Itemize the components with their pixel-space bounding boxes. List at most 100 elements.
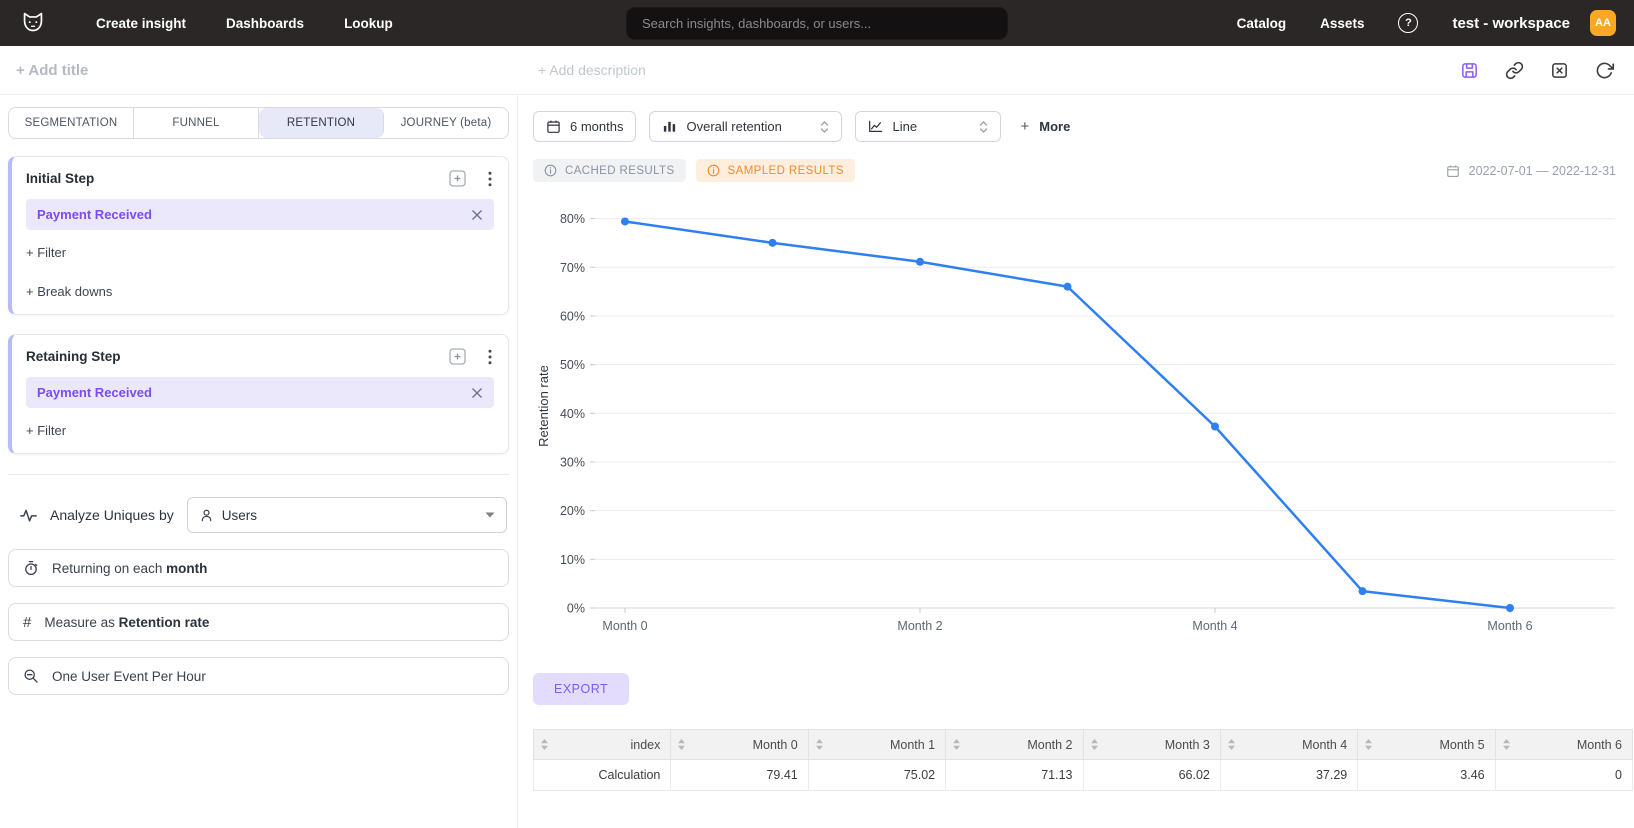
sort-icon [1090, 738, 1099, 751]
more-options-button[interactable]: + More [1020, 118, 1070, 135]
col-header-month1[interactable]: Month 1 [808, 730, 945, 760]
cell-month6: 0 [1495, 760, 1632, 791]
metric-value: Overall retention [686, 119, 781, 134]
svg-text:20%: 20% [560, 504, 585, 518]
add-breakdowns-link[interactable]: + Break downs [26, 284, 494, 299]
analyze-entity-value: Users [222, 508, 257, 523]
col-header-month5[interactable]: Month 5 [1358, 730, 1495, 760]
date-range-display[interactable]: 2022-07-01 — 2022-12-31 [1446, 164, 1616, 178]
svg-text:0%: 0% [567, 602, 585, 616]
sort-icon [540, 738, 549, 751]
calendar-icon [1446, 164, 1460, 178]
measure-as-label: Measure as Retention rate [44, 615, 209, 630]
retention-chart: 0%10%20%30%40%50%60%70%80%Month 0Month 2… [533, 190, 1634, 653]
svg-text:Month 6: Month 6 [1487, 619, 1532, 633]
event-name: Payment Received [37, 385, 152, 400]
user-icon [199, 508, 214, 523]
dedupe-button[interactable]: One User Event Per Hour [8, 657, 509, 695]
col-header-month3[interactable]: Month 3 [1083, 730, 1220, 760]
stopwatch-icon [23, 560, 39, 576]
retention-line [625, 221, 1510, 608]
remove-event-icon[interactable] [471, 209, 483, 221]
svg-text:30%: 30% [560, 455, 585, 469]
initial-step-event-chip[interactable]: Payment Received [26, 199, 494, 230]
line-chart-icon [868, 119, 883, 134]
tab-retention[interactable]: RETENTION [259, 108, 384, 138]
col-header-month2[interactable]: Month 2 [946, 730, 1083, 760]
global-search-input[interactable] [626, 7, 1008, 40]
add-filter-link[interactable]: + Filter [26, 423, 494, 438]
calendar-icon [546, 119, 561, 134]
tab-segmentation[interactable]: SEGMENTATION [9, 108, 134, 138]
data-point[interactable] [1064, 283, 1072, 291]
export-button[interactable]: EXPORT [533, 673, 629, 705]
table-row: Calculation 79.41 75.02 71.13 66.02 37.2… [534, 760, 1633, 791]
svg-text:Month 2: Month 2 [897, 619, 942, 633]
measure-as-button[interactable]: # Measure as Retention rate [8, 603, 509, 641]
col-header-month4[interactable]: Month 4 [1220, 730, 1357, 760]
cell-month0: 79.41 [671, 760, 808, 791]
data-point[interactable] [1506, 604, 1514, 612]
time-window-button[interactable]: 6 months [533, 111, 636, 142]
step-menu-icon[interactable] [486, 171, 494, 187]
data-point[interactable] [916, 258, 924, 266]
data-point[interactable] [621, 217, 629, 225]
svg-text:60%: 60% [560, 309, 585, 323]
data-point[interactable] [1359, 587, 1367, 595]
save-icon[interactable] [1460, 61, 1479, 80]
nav-catalog[interactable]: Catalog [1237, 16, 1287, 31]
app-logo-cat-icon[interactable] [18, 8, 48, 38]
help-icon[interactable]: ? [1398, 13, 1418, 33]
sampled-results-badge: SAMPLED RESULTS [696, 159, 855, 182]
results-panel: 6 months Overall retention [518, 95, 1634, 828]
dedupe-label: One User Event Per Hour [52, 669, 206, 684]
retaining-step-card: Retaining Step Paym [8, 334, 509, 454]
svg-text:Month 0: Month 0 [602, 619, 647, 633]
results-table: index Month 0 Month 1 Month 2 Month 3 [533, 729, 1633, 791]
workspace-menu[interactable]: test - workspace [1452, 15, 1570, 32]
step-menu-icon[interactable] [486, 349, 494, 365]
nav-create-insight[interactable]: Create insight [96, 16, 186, 31]
copy-link-icon[interactable] [1505, 61, 1524, 80]
sort-icon [815, 738, 824, 751]
svg-text:50%: 50% [560, 358, 585, 372]
sort-icon [1227, 738, 1236, 751]
clear-insight-icon[interactable] [1550, 61, 1569, 80]
user-avatar[interactable]: AA [1590, 10, 1616, 36]
sort-icon [1364, 738, 1373, 751]
tab-journey[interactable]: JOURNEY (beta) [384, 108, 508, 138]
retaining-step-event-chip[interactable]: Payment Received [26, 377, 494, 408]
data-point[interactable] [1211, 422, 1219, 430]
sort-icon [952, 738, 961, 751]
returning-period-button[interactable]: Returning on each month [8, 549, 509, 587]
chart-type-select[interactable]: Line [855, 111, 1001, 142]
add-event-icon[interactable] [449, 348, 466, 365]
retaining-step-title: Retaining Step [26, 349, 121, 364]
sidebar-divider [8, 474, 509, 475]
chart-type-value: Line [892, 119, 917, 134]
nav-lookup[interactable]: Lookup [344, 16, 393, 31]
remove-event-icon[interactable] [471, 387, 483, 399]
col-header-index[interactable]: index [534, 730, 671, 760]
add-filter-link[interactable]: + Filter [26, 245, 494, 260]
metric-select[interactable]: Overall retention [649, 111, 842, 142]
add-title-button[interactable]: + Add title [16, 62, 88, 79]
cell-month2: 71.13 [946, 760, 1083, 791]
analyze-entity-select[interactable]: Users [187, 497, 507, 533]
data-point[interactable] [769, 239, 777, 247]
zoom-out-icon [23, 668, 39, 684]
add-event-icon[interactable] [449, 170, 466, 187]
add-description-button[interactable]: + Add description [538, 62, 646, 78]
plus-icon: + [1020, 118, 1029, 135]
nav-assets[interactable]: Assets [1320, 16, 1364, 31]
sort-icon [1502, 738, 1511, 751]
refresh-icon[interactable] [1595, 61, 1614, 80]
tab-funnel[interactable]: FUNNEL [134, 108, 259, 138]
activity-icon [20, 507, 37, 524]
cached-results-badge: CACHED RESULTS [533, 159, 686, 182]
col-header-month0[interactable]: Month 0 [671, 730, 808, 760]
cell-month3: 66.02 [1083, 760, 1220, 791]
col-header-month6[interactable]: Month 6 [1495, 730, 1632, 760]
cell-month5: 3.46 [1358, 760, 1495, 791]
nav-dashboards[interactable]: Dashboards [226, 16, 304, 31]
